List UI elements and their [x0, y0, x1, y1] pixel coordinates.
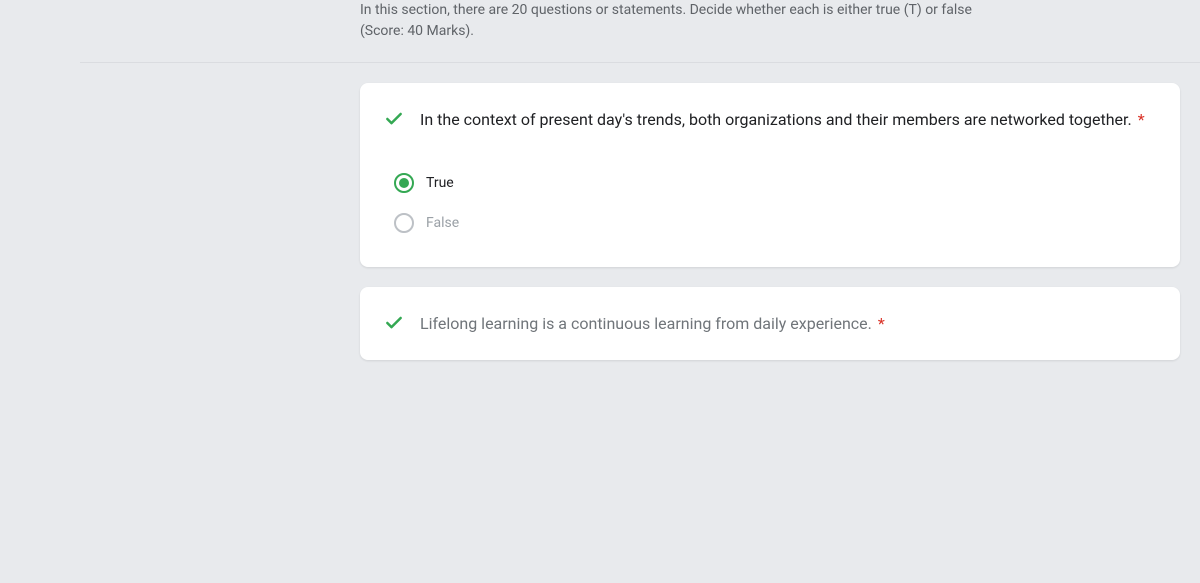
options-group: True False — [384, 163, 1156, 243]
check-icon — [384, 109, 404, 129]
option-true[interactable]: True — [394, 163, 1156, 203]
required-asterisk: * — [1138, 110, 1145, 129]
question-card-2: Lifelong learning is a continuous learni… — [360, 287, 1180, 361]
check-icon — [384, 313, 404, 333]
instruction-line-1: In this section, there are 20 questions … — [360, 0, 1180, 21]
section-instructions: In this section, there are 20 questions … — [80, 0, 1200, 63]
option-label-false: False — [426, 215, 459, 231]
question-text: In the context of present day's trends, … — [420, 107, 1156, 133]
question-body: Lifelong learning is a continuous learni… — [420, 314, 872, 333]
required-asterisk: * — [878, 314, 885, 333]
radio-icon — [394, 173, 414, 193]
option-label-true: True — [426, 175, 454, 191]
radio-icon — [394, 213, 414, 233]
question-text: Lifelong learning is a continuous learni… — [420, 311, 1156, 337]
form-page: In this section, there are 20 questions … — [0, 0, 1200, 583]
question-header: Lifelong learning is a continuous learni… — [384, 311, 1156, 337]
instruction-line-2: (Score: 40 Marks). — [360, 21, 1180, 42]
option-false[interactable]: False — [394, 203, 1156, 243]
question-header: In the context of present day's trends, … — [384, 107, 1156, 133]
question-card-1: In the context of present day's trends, … — [360, 83, 1180, 267]
question-body: In the context of present day's trends, … — [420, 110, 1132, 129]
